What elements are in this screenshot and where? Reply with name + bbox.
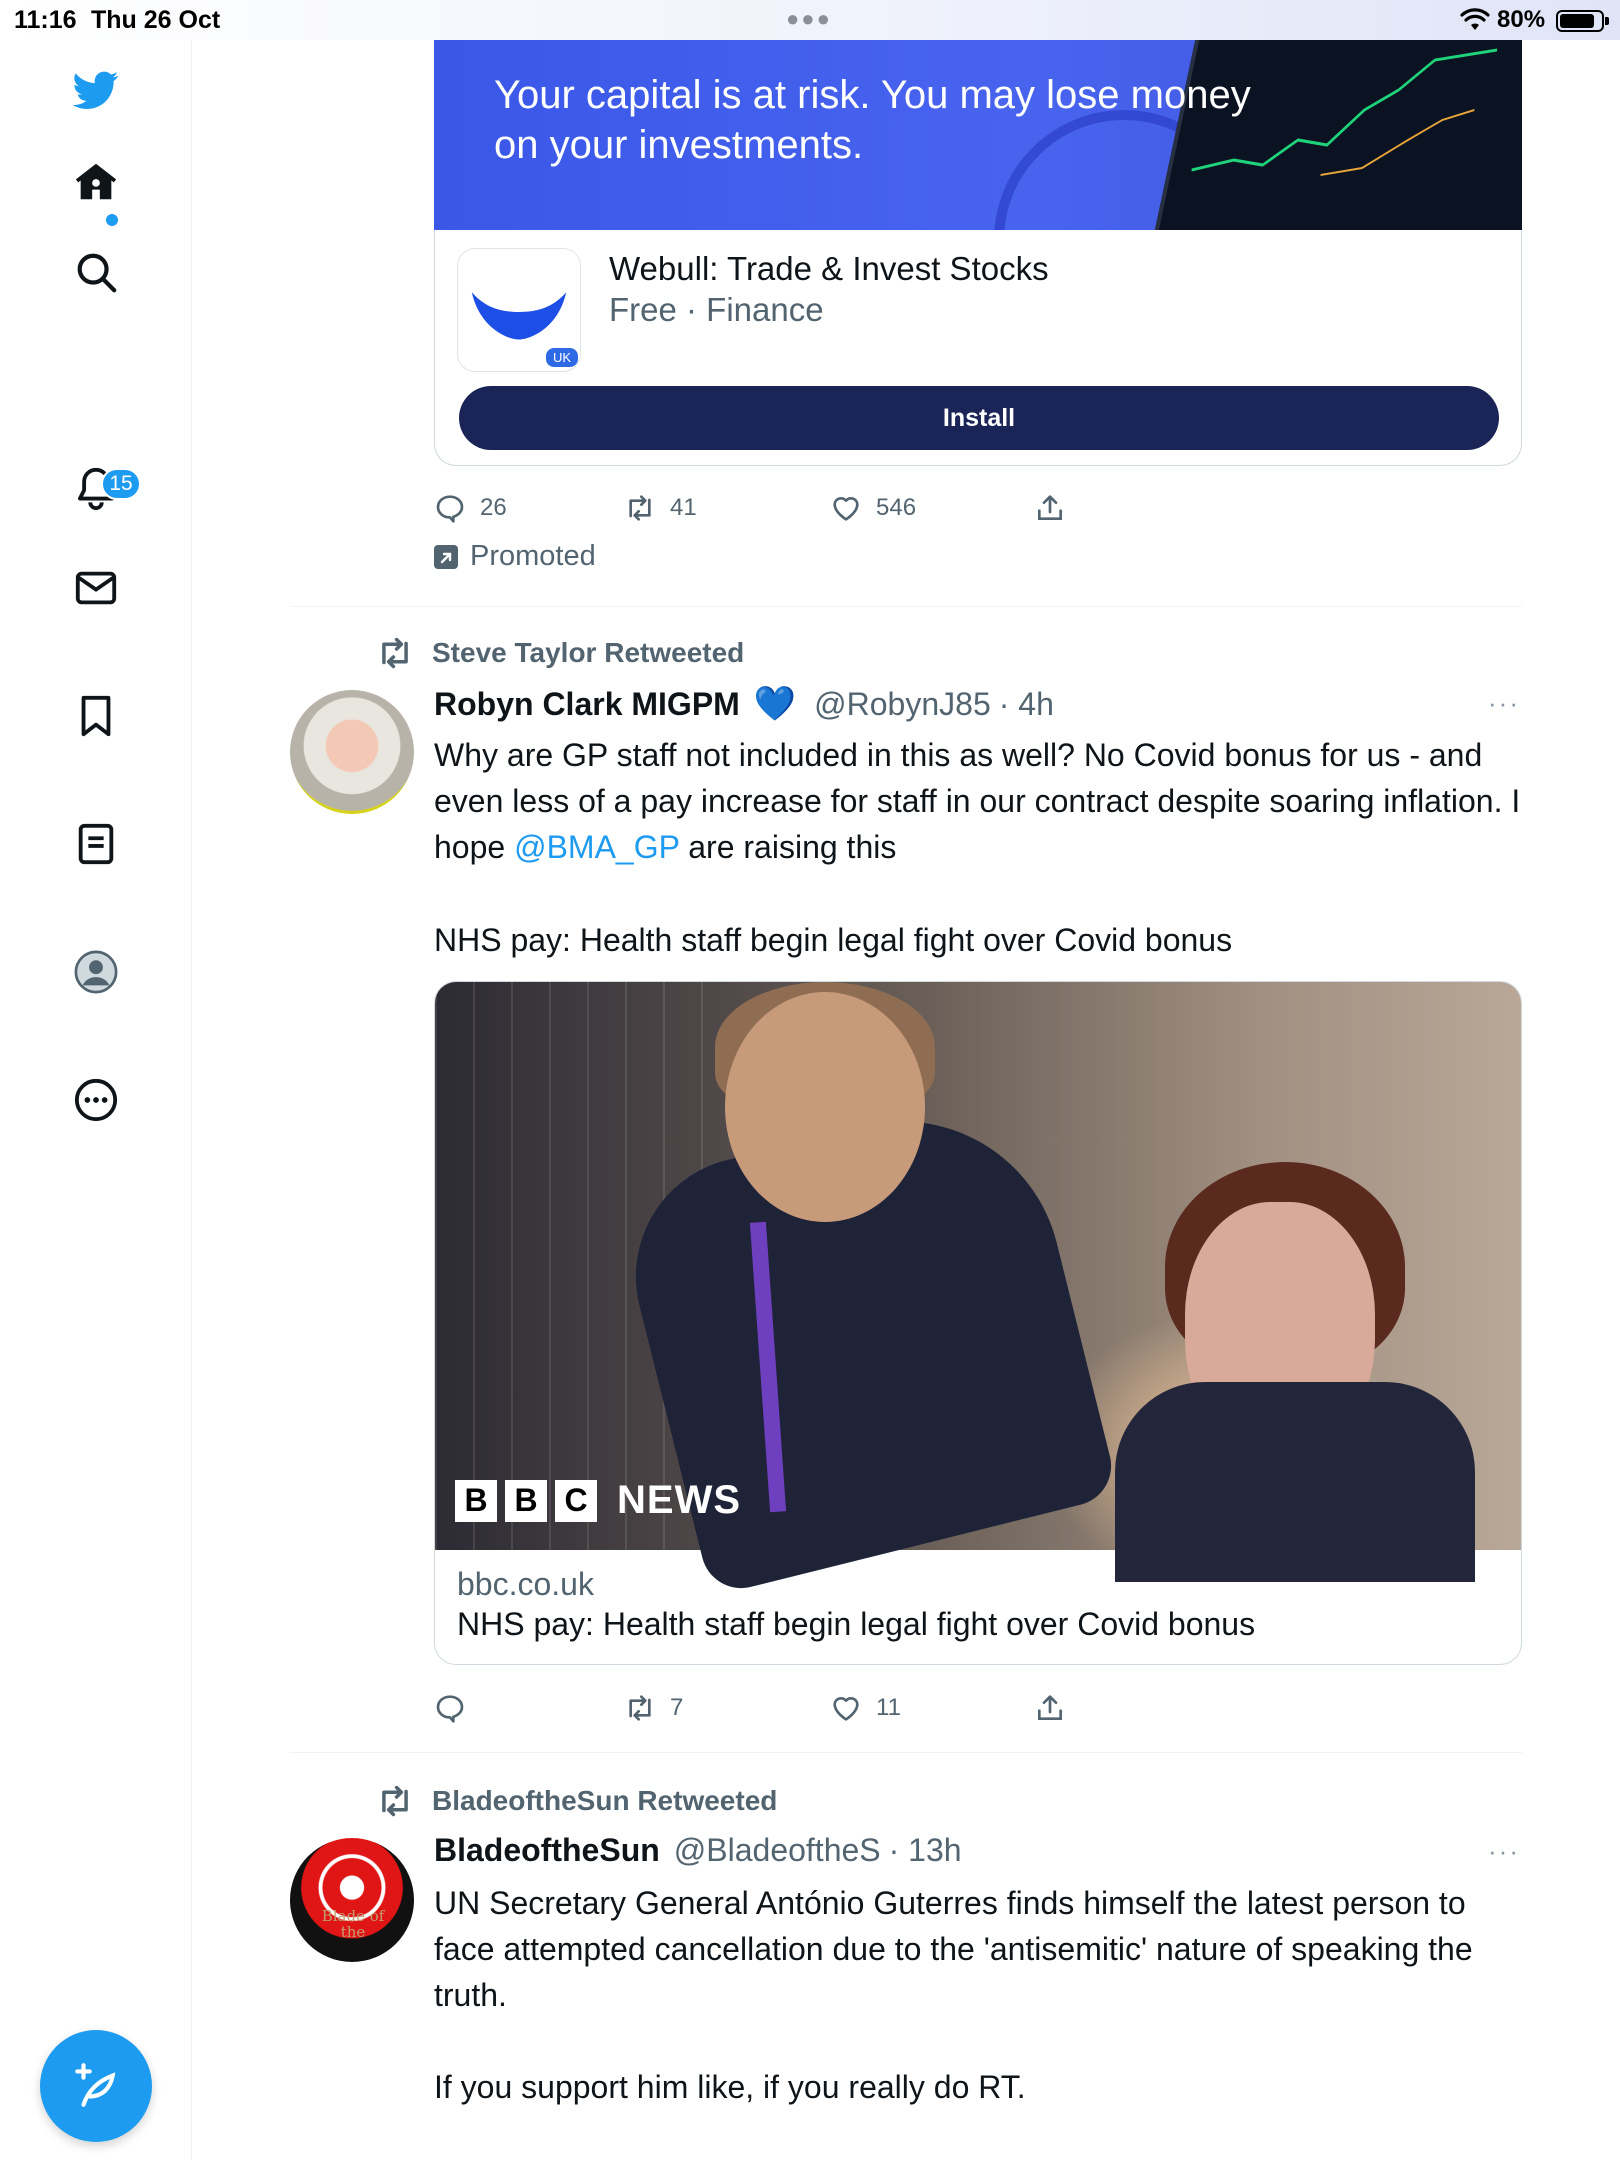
bbc-logo-block: C bbox=[555, 1479, 597, 1522]
promoted-text: Promoted bbox=[470, 540, 596, 572]
app-name: Webull: Trade & Invest Stocks bbox=[609, 250, 1049, 287]
install-button[interactable]: Install bbox=[459, 386, 1499, 450]
avatar[interactable] bbox=[290, 690, 414, 814]
author-name[interactable]: Robyn Clark MIGPM bbox=[434, 686, 740, 723]
reply-count: 26 bbox=[480, 494, 507, 521]
author-name[interactable]: BladeoftheSun bbox=[434, 1832, 660, 1869]
tweet-divider bbox=[290, 606, 1522, 607]
wifi-icon bbox=[1460, 8, 1490, 30]
app-meta: Free · Finance bbox=[609, 291, 824, 328]
tweet-time[interactable]: · 4h bbox=[999, 686, 1054, 723]
photo-nurse-face bbox=[725, 992, 925, 1222]
search-icon[interactable] bbox=[66, 242, 126, 302]
share-button[interactable] bbox=[1034, 1688, 1066, 1728]
retweeted-by-text: Steve Taylor Retweeted bbox=[432, 637, 745, 668]
like-heart-icon bbox=[833, 1697, 859, 1721]
mention-link[interactable]: @BMA_GP bbox=[514, 829, 679, 865]
home-icon[interactable] bbox=[66, 152, 126, 212]
reply-icon bbox=[436, 495, 464, 523]
avatar-logo-text: Blade of the bbox=[321, 1907, 385, 1941]
blue-heart-emoji: 💙 bbox=[753, 685, 797, 723]
twitter-logo-icon[interactable] bbox=[66, 60, 126, 120]
tweet-more-button[interactable]: ··· bbox=[1488, 688, 1520, 719]
photo-patient-shirt bbox=[1115, 1382, 1475, 1582]
webull-app-logo: UK bbox=[457, 248, 581, 372]
tweet-text-part: are raising this bbox=[679, 829, 897, 865]
promoted-label: Promoted bbox=[434, 540, 596, 573]
multitasking-dots-icon[interactable]: ●●● bbox=[786, 6, 832, 32]
like-button[interactable]: 546 bbox=[830, 488, 916, 528]
link-domain: bbc.co.uk bbox=[457, 1566, 594, 1602]
retweeted-by-line[interactable]: BladeoftheSun Retweeted bbox=[376, 1782, 777, 1820]
retweet-count: 41 bbox=[670, 494, 697, 521]
tweet-more-button[interactable]: ··· bbox=[1488, 1836, 1520, 1867]
more-options-icon[interactable] bbox=[66, 1070, 126, 1130]
home-unread-dot bbox=[106, 214, 118, 226]
reply-button[interactable] bbox=[434, 1688, 466, 1728]
share-icon bbox=[1038, 1695, 1062, 1720]
app-install-card[interactable]: UK Webull: Trade & Invest Stocks Free · … bbox=[434, 230, 1522, 466]
tweet-text: Why are GP staff not included in this as… bbox=[434, 732, 1524, 870]
article-photo: B B C NEWS bbox=[435, 982, 1521, 1597]
ad-banner-text: Your capital is at risk. You may lose mo… bbox=[494, 70, 1251, 170]
retweet-button[interactable]: 41 bbox=[624, 488, 697, 528]
author-handle: @RobynJ85 bbox=[814, 685, 991, 722]
retweet-small-icon bbox=[382, 1785, 408, 1817]
tweet-actions: 7 11 bbox=[434, 1688, 1114, 1728]
bbc-logo-block: B bbox=[455, 1479, 497, 1522]
reply-icon bbox=[436, 1695, 464, 1723]
avatar[interactable]: Blade of the bbox=[290, 1838, 414, 1962]
tweet-time[interactable]: · 13h bbox=[889, 1832, 962, 1869]
link-title: NHS pay: Health staff begin legal fight … bbox=[457, 1606, 1256, 1642]
status-time: 11:16 bbox=[14, 6, 77, 34]
ad-tweet-actions: 26 41 546 bbox=[434, 488, 1114, 528]
link-preview-card[interactable]: B B C NEWS bbc.co.uk NHS pay: Health sta… bbox=[434, 981, 1522, 1665]
retweeted-by-text: BladeoftheSun Retweeted bbox=[432, 1785, 778, 1816]
ad-banner-image[interactable]: Your capital is at risk. You may lose mo… bbox=[434, 40, 1522, 230]
profile-avatar-icon[interactable] bbox=[66, 942, 126, 1002]
like-button[interactable]: 11 bbox=[830, 1688, 901, 1728]
app-region-badge: UK bbox=[545, 348, 578, 367]
bbc-news-logo: B B C NEWS bbox=[455, 1478, 741, 1523]
retweet-small-icon bbox=[382, 637, 408, 669]
tweet-text-line-2: If you support him like, if you really d… bbox=[434, 2069, 1026, 2105]
ad-banner-line-1: Your capital is at risk. You may lose mo… bbox=[494, 73, 1251, 117]
messages-mail-icon[interactable] bbox=[66, 558, 126, 618]
timeline-feed: Your capital is at risk. You may lose mo… bbox=[192, 40, 1620, 2160]
tweet-divider bbox=[290, 1752, 1522, 1753]
like-count: 11 bbox=[876, 1694, 901, 1721]
compose-tweet-button[interactable] bbox=[40, 2030, 152, 2142]
bbc-logo-block: B bbox=[505, 1479, 547, 1522]
share-icon bbox=[1038, 495, 1062, 520]
like-heart-icon bbox=[833, 497, 859, 521]
status-bar: 11:16 Thu 26 Oct ●●● 80% bbox=[0, 0, 1620, 40]
share-button[interactable] bbox=[1034, 488, 1066, 528]
retweeted-by-line[interactable]: Steve Taylor Retweeted bbox=[376, 634, 744, 672]
tweet-author[interactable]: BladeoftheSun @BladeoftheS · 13h bbox=[434, 1832, 962, 1869]
tweet-author[interactable]: Robyn Clark MIGPM 💙 @RobynJ85 · 4h bbox=[434, 684, 1054, 724]
battery-percent: 80% bbox=[1497, 6, 1546, 33]
battery-icon bbox=[1556, 10, 1609, 32]
promoted-icon bbox=[434, 544, 458, 569]
ad-banner-line-2: on your investments. bbox=[494, 123, 864, 167]
bookmark-icon[interactable] bbox=[66, 686, 126, 746]
tweet-text: UN Secretary General António Guterres fi… bbox=[434, 1885, 1473, 2013]
retweet-count: 7 bbox=[670, 1694, 684, 1721]
reply-button[interactable]: 26 bbox=[434, 488, 507, 528]
author-handle: @BladeoftheS bbox=[673, 1832, 881, 1868]
retweet-button[interactable]: 7 bbox=[624, 1688, 683, 1728]
tweet-text-line-2: NHS pay: Health staff begin legal fight … bbox=[434, 922, 1233, 958]
lists-icon[interactable] bbox=[66, 814, 126, 874]
status-date: Thu 26 Oct bbox=[91, 6, 221, 34]
bbc-news-text: NEWS bbox=[617, 1478, 741, 1522]
compose-feather-icon bbox=[75, 2063, 116, 2107]
sidebar: 15 bbox=[0, 40, 192, 2160]
retweet-icon bbox=[629, 495, 651, 521]
retweet-icon bbox=[629, 1695, 651, 1721]
like-count: 546 bbox=[876, 494, 917, 521]
notifications-badge: 15 bbox=[101, 468, 141, 500]
